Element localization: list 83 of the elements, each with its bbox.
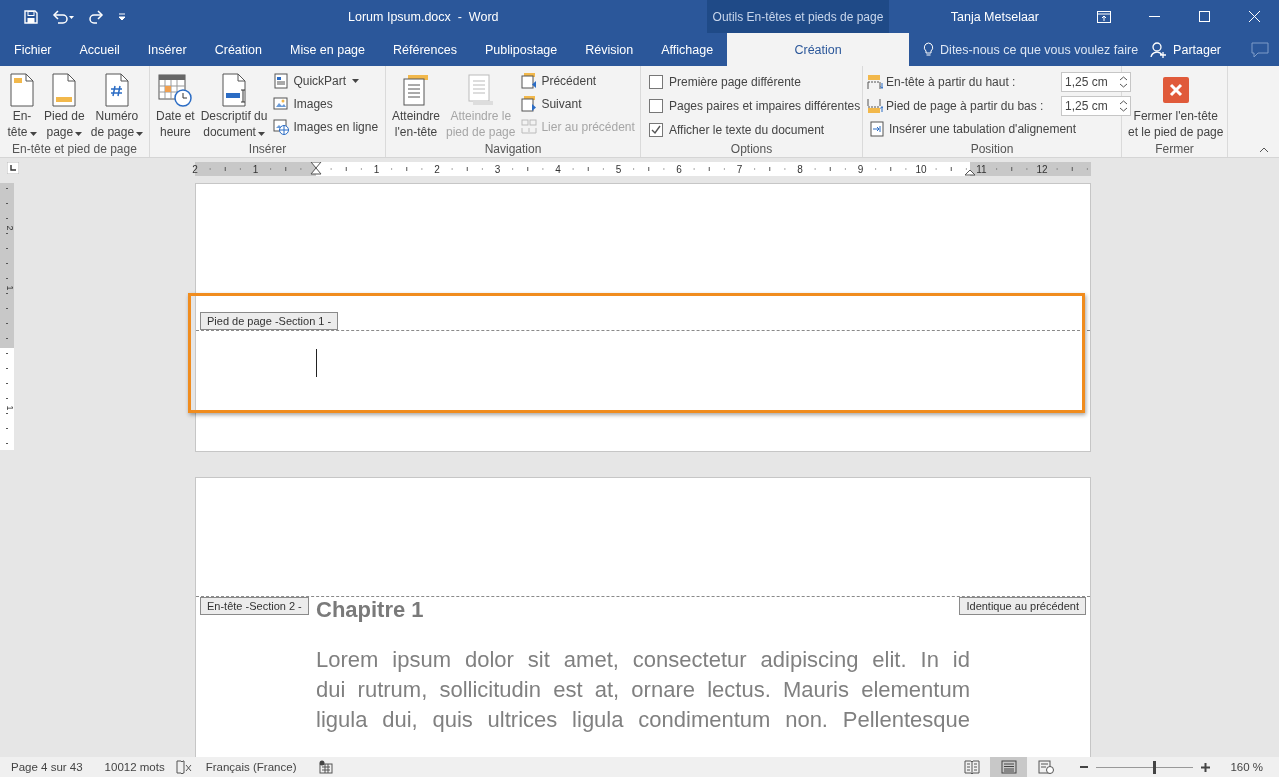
ribbon-button[interactable]: Date et heure: [154, 70, 197, 142]
view-button[interactable]: [990, 757, 1028, 777]
online-image-icon: [273, 119, 290, 135]
ribbon-button[interactable]: Numéro de page: [88, 70, 146, 142]
zoom-out-icon[interactable]: [1078, 763, 1091, 771]
group-label: Fermer: [1154, 142, 1195, 157]
ribbon-tab[interactable]: Insérer: [133, 33, 201, 66]
ribbon-button[interactable]: Précédent: [519, 70, 637, 92]
quick-parts-icon: [273, 73, 290, 89]
group-label: Navigation: [483, 142, 543, 157]
spinner-field[interactable]: 1,25 cm: [1061, 71, 1131, 92]
contextual-tab-group: Outils En-têtes et pieds de page: [707, 0, 889, 33]
ribbon-tab[interactable]: Création: [727, 33, 910, 66]
spinner-field[interactable]: 1,25 cm: [1061, 95, 1131, 116]
ribbon-button[interactable]: QuickPart: [271, 70, 381, 92]
ribbon-tab[interactable]: Révision: [571, 33, 648, 66]
previous-section-icon: [521, 73, 538, 89]
ribbon-tab[interactable]: Publipostage: [470, 33, 572, 66]
ribbon-tab[interactable]: Création: [200, 33, 276, 66]
checkbox-label: Pages paires et impaires différentes: [669, 98, 861, 113]
macro-icon[interactable]: [319, 760, 334, 774]
link-tag: Identique au précédent: [959, 597, 1086, 615]
close-icon: [1162, 77, 1189, 103]
spinner-arrows-icon[interactable]: [1120, 75, 1127, 88]
web-layout-icon: [1037, 760, 1054, 774]
checkbox-label: Première page différente: [669, 74, 801, 89]
proofing-icon[interactable]: [175, 760, 192, 774]
ribbon-button[interactable]: En- tête: [4, 70, 40, 142]
ribbon-tab[interactable]: Affichage: [647, 33, 728, 66]
spinner-label: En-tête à partir du haut :: [886, 74, 1017, 89]
tab-selector-icon[interactable]: [7, 161, 19, 174]
calendar-clock-icon: [158, 73, 193, 107]
ruler: 2 1 1 2 3 4 5 6 7 8 9 10 11 12: [189, 162, 1091, 176]
undo-icon[interactable]: [50, 7, 76, 26]
ribbon-button[interactable]: Pied de page: [42, 70, 87, 142]
vertical-ruler: 2 1 1: [0, 183, 14, 450]
link-icon: [521, 119, 538, 135]
group-label: Insérer: [247, 142, 288, 157]
text-cursor: [316, 349, 317, 377]
group-label: Options: [729, 142, 774, 157]
collapse-ribbon-icon[interactable]: [1259, 147, 1269, 153]
page-count[interactable]: Page 4 sur 43: [0, 761, 94, 773]
share-button[interactable]: Partager: [1144, 33, 1228, 66]
lightbulb-icon: [923, 42, 935, 57]
ribbon-tab[interactable]: Références: [379, 33, 471, 66]
group-label: Position: [969, 142, 1015, 157]
footer-tag: Pied de page -Section 1 -: [200, 312, 339, 330]
next-section-icon: [521, 96, 538, 112]
checkbox-label: Afficher le texte du document: [669, 122, 825, 137]
word-count[interactable]: 10012 mots: [93, 761, 176, 773]
add-person-icon: [1150, 41, 1168, 58]
header-distance-icon: [867, 73, 883, 90]
spinner-label: Pied de page à partir du bas :: [886, 98, 1045, 113]
ribbon-button[interactable]: Suivant: [519, 93, 637, 115]
ribbon-tab[interactable]: Accueil: [65, 33, 134, 66]
alignment-tab-icon: [869, 121, 885, 137]
language-status[interactable]: Français (France): [191, 761, 308, 773]
checkbox[interactable]: [649, 98, 663, 113]
body-paragraph: Lorem ipsum dolor sit amet, consectetur adipiscing elit. In id dui rutrum, sollicitudin est at, ornare lectus. Mauris elementum ligula dui, quis ultrices ligula condimentum non. Pellentesque: [316, 646, 970, 734]
ribbon-button[interactable]: Descriptif du document: [198, 70, 270, 142]
header-tag: En-tête -Section 2 -: [200, 597, 309, 615]
zoom-level[interactable]: 160 %: [1212, 761, 1279, 773]
read-mode-icon: [963, 760, 980, 774]
window-title: Lorum Ipsum.docx - Word: [347, 9, 500, 24]
redo-icon[interactable]: [86, 7, 106, 26]
tell-me-field[interactable]: Dites-nous ce que vous voulez faire: [917, 33, 1145, 66]
ribbon-button[interactable]: Images en ligne: [271, 116, 381, 138]
user-name[interactable]: Tanja Metselaar: [950, 9, 1039, 24]
ribbon-button[interactable]: Images: [271, 93, 381, 115]
ribbon-button[interactable]: Atteindre l'en-tête: [390, 70, 443, 142]
ribbon-tab[interactable]: Fichier: [0, 33, 66, 66]
group-label: En-tête et pied de page: [11, 142, 138, 157]
zoom-in-icon[interactable]: [1199, 762, 1213, 772]
ribbon-tab[interactable]: Mise en page: [275, 33, 380, 66]
checkbox[interactable]: [649, 122, 663, 137]
print-layout-icon: [1000, 760, 1017, 774]
customize-icon[interactable]: [116, 10, 128, 23]
spinner-arrows-icon[interactable]: [1120, 99, 1127, 112]
image-icon: [273, 96, 290, 112]
save-icon[interactable]: [22, 7, 40, 26]
checkbox[interactable]: [649, 74, 663, 89]
footer-distance-icon: [867, 97, 883, 114]
chapter-heading: Chapitre 1: [316, 597, 424, 623]
